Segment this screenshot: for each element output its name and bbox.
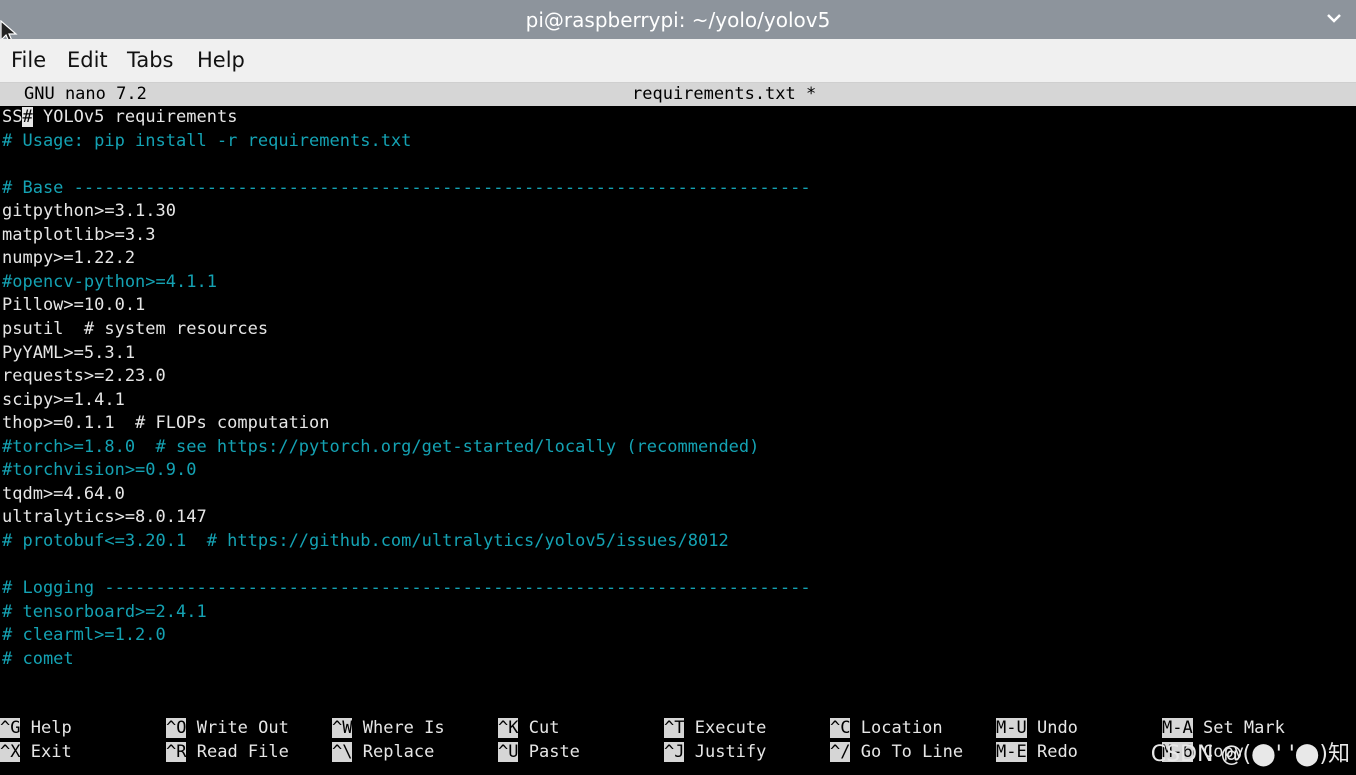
editor-line[interactable]: scipy>=1.4.1 (2, 389, 125, 412)
menu-edit[interactable]: Edit (67, 48, 108, 72)
shortcut-key: M-U (996, 718, 1027, 738)
shortcut-label: Set Mark (1202, 718, 1285, 738)
shortcut-label: Help (30, 718, 72, 738)
shortcut-redo[interactable]: M-E Redo (996, 741, 1078, 764)
editor-line[interactable]: # comet (2, 648, 74, 671)
editor-line[interactable]: #torchvision>=0.9.0 (2, 459, 196, 482)
shortcut-key: ^J (664, 742, 685, 762)
shortcut-key: M-E (996, 742, 1027, 762)
shortcut-label: Undo (1036, 718, 1078, 738)
terminal-area[interactable]: GNU nano 7.2 requirements.txt * SS# YOLO… (0, 83, 1356, 775)
editor-line[interactable]: requests>=2.23.0 (2, 365, 166, 388)
watermark: CSDN @(⬤' '⬤)知 (1150, 742, 1350, 767)
editor-line[interactable]: matplotlib>=3.3 (2, 224, 156, 247)
editor-line[interactable]: ultralytics>=8.0.147 (2, 506, 207, 529)
nano-header: GNU nano 7.2 requirements.txt * (0, 83, 1356, 106)
editor-line[interactable]: PyYAML>=5.3.1 (2, 342, 135, 365)
shortcut-label: Read File (196, 742, 289, 762)
text-cursor: # (22, 107, 33, 127)
window-title: pi@raspberrypi: ~/yolo/yolov5 (525, 8, 831, 32)
shortcut-key: ^T (664, 718, 685, 738)
editor-line[interactable]: #opencv-python>=4.1.1 (2, 271, 217, 294)
shortcut-location[interactable]: ^C Location (830, 717, 943, 740)
line-text: YOLOv5 requirements (32, 107, 238, 127)
editor-line[interactable]: # Usage: pip install -r requirements.txt (2, 130, 411, 153)
menu-bar: File Edit Tabs Help (0, 39, 1356, 83)
editor-line[interactable]: # protobuf<=3.20.1 # https://github.com/… (2, 530, 729, 553)
shortcut-exit[interactable]: ^X Exit (0, 741, 72, 764)
shortcut-key: ^O (166, 718, 187, 738)
window-titlebar[interactable]: pi@raspberrypi: ~/yolo/yolov5 (0, 0, 1356, 39)
editor-line[interactable]: # tensorboard>=2.4.1 (2, 601, 207, 624)
shortcut-label: Go To Line (860, 742, 964, 762)
nano-version: GNU nano 7.2 (24, 84, 147, 104)
shortcut-undo[interactable]: M-U Undo (996, 717, 1078, 740)
menu-tabs[interactable]: Tabs (127, 48, 174, 72)
editor-line[interactable]: SS# YOLOv5 requirements (2, 106, 237, 129)
editor-line[interactable]: thop>=0.1.1 # FLOPs computation (2, 412, 330, 435)
shortcut-help[interactable]: ^G Help (0, 717, 72, 740)
shortcut-read-file[interactable]: ^R Read File (166, 741, 289, 764)
editor-line[interactable]: #torch>=1.8.0 # see https://pytorch.org/… (2, 436, 759, 459)
chevron-down-icon[interactable] (1324, 8, 1344, 28)
shortcut-where-is[interactable]: ^W Where Is (332, 717, 445, 740)
shortcut-cut[interactable]: ^K Cut (498, 717, 559, 740)
shortcut-label: Exit (30, 742, 72, 762)
shortcut-label: Replace (362, 742, 435, 762)
shortcut-key: ^G (0, 718, 21, 738)
shortcut-key: ^/ (830, 742, 851, 762)
menu-file[interactable]: File (11, 48, 46, 72)
shortcut-key: ^X (0, 742, 21, 762)
shortcut-execute[interactable]: ^T Execute (664, 717, 766, 740)
shortcut-label: Redo (1036, 742, 1078, 762)
editor-line[interactable]: gitpython>=3.1.30 (2, 200, 176, 223)
shortcut-paste[interactable]: ^U Paste (498, 741, 580, 764)
editor-line[interactable]: numpy>=1.22.2 (2, 247, 135, 270)
editor-line[interactable]: tqdm>=4.64.0 (2, 483, 125, 506)
shortcut-label: Paste (528, 742, 580, 762)
editor-line[interactable]: # Logging ------------------------------… (2, 577, 811, 600)
editor-line[interactable]: # clearml>=1.2.0 (2, 624, 166, 647)
editor-line[interactable]: Pillow>=10.0.1 (2, 294, 145, 317)
shortcut-key: ^R (166, 742, 187, 762)
line-prefix: SS (2, 107, 23, 127)
menu-help[interactable]: Help (197, 48, 245, 72)
shortcut-key: ^K (498, 718, 519, 738)
shortcut-label: Where Is (362, 718, 445, 738)
shortcut-key: ^U (498, 742, 519, 762)
shortcut-label: Write Out (196, 718, 289, 738)
shortcut-key: M-A (1162, 718, 1193, 738)
nano-filename: requirements.txt * (632, 84, 817, 104)
shortcut-label: Location (860, 718, 943, 738)
editor-line[interactable]: psutil # system resources (2, 318, 268, 341)
shortcut-key: ^\ (332, 742, 353, 762)
shortcut-key: ^C (830, 718, 851, 738)
shortcut-write-out[interactable]: ^O Write Out (166, 717, 289, 740)
shortcut-justify[interactable]: ^J Justify (664, 741, 766, 764)
shortcut-label: Cut (528, 718, 560, 738)
shortcut-go-to-line[interactable]: ^/ Go To Line (830, 741, 963, 764)
shortcut-label: Execute (694, 718, 767, 738)
shortcut-key: ^W (332, 718, 353, 738)
shortcut-replace[interactable]: ^\ Replace (332, 741, 434, 764)
shortcut-label: Justify (694, 742, 767, 762)
editor-line[interactable]: # Base ---------------------------------… (2, 177, 811, 200)
